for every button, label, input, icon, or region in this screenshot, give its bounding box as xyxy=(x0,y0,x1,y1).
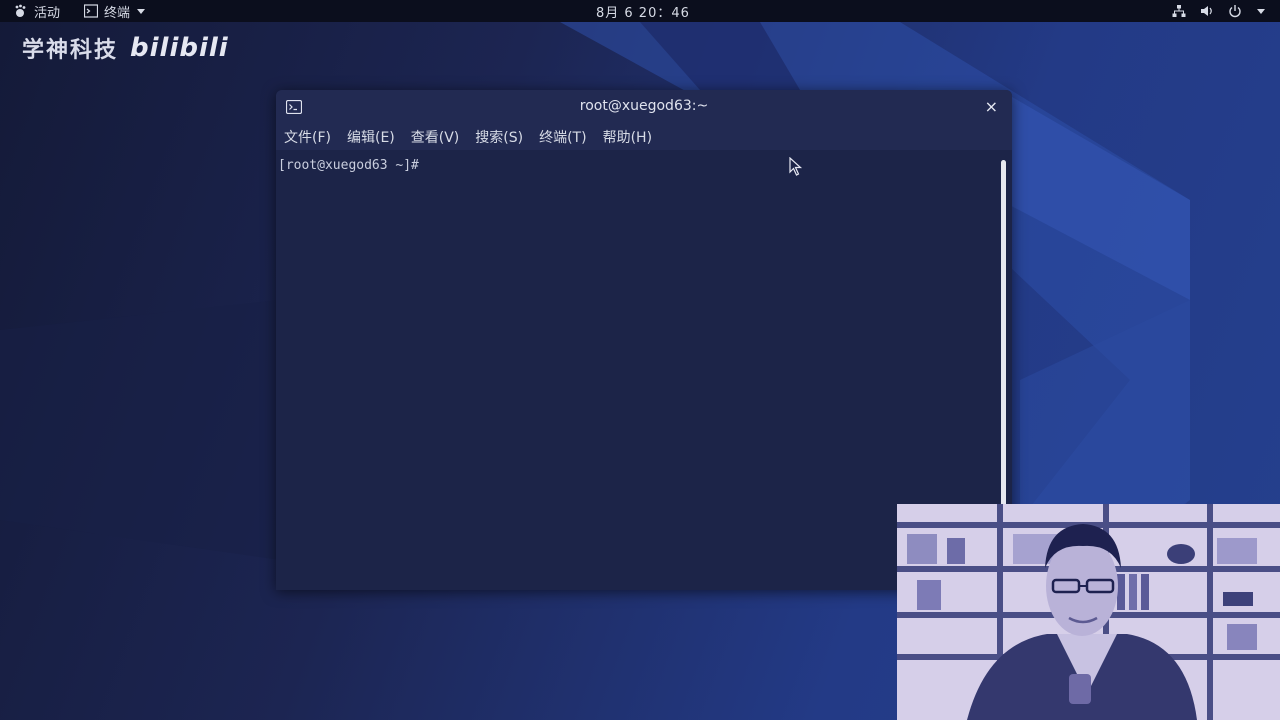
system-tray[interactable] xyxy=(1172,0,1266,22)
gnome-foot-icon xyxy=(15,4,26,17)
close-button[interactable]: × xyxy=(985,97,998,116)
menu-file[interactable]: 文件(F) xyxy=(284,127,331,147)
bilibili-logo: bilibili xyxy=(130,33,229,63)
presenter-video xyxy=(897,504,1280,720)
menu-terminal[interactable]: 终端(T) xyxy=(539,127,586,147)
menu-edit[interactable]: 编辑(E) xyxy=(347,127,395,147)
network-icon xyxy=(1172,5,1186,17)
top-bar: 活动 终端 8月 6 20：46 xyxy=(0,0,1280,22)
menu-view[interactable]: 查看(V) xyxy=(411,127,460,147)
webcam-overlay xyxy=(897,504,1280,720)
activities-label: 活动 xyxy=(34,5,61,21)
terminal-icon xyxy=(84,4,98,18)
window-title: root@xuegod63:~ xyxy=(579,98,709,114)
shell-prompt: [root@xuegod63 ~]# xyxy=(278,158,419,173)
chevron-down-icon xyxy=(137,9,146,14)
terminal-output[interactable]: [root@xuegod63 ~]# xyxy=(276,154,998,590)
terminal-menubar: 文件(F) 编辑(E) 查看(V) 搜索(S) 终端(T) 帮助(H) xyxy=(276,124,1012,150)
menu-help[interactable]: 帮助(H) xyxy=(603,127,652,147)
activities-button[interactable]: 活动 xyxy=(14,0,60,22)
menu-search[interactable]: 搜索(S) xyxy=(475,127,523,147)
clock[interactable]: 8月 6 20：46 xyxy=(596,0,690,22)
app-menu-label: 终端 xyxy=(104,5,131,21)
watermark: 学神科技 bilibili xyxy=(22,32,229,64)
mouse-pointer-icon xyxy=(789,157,803,176)
power-icon xyxy=(1229,5,1241,18)
volume-icon xyxy=(1201,6,1212,16)
watermark-brand: 学神科技 xyxy=(22,38,119,63)
app-menu-button[interactable]: 终端 xyxy=(84,0,146,22)
terminal-titlebar[interactable]: root@xuegod63:~ × xyxy=(276,90,1012,124)
chevron-down-icon xyxy=(1257,9,1265,14)
